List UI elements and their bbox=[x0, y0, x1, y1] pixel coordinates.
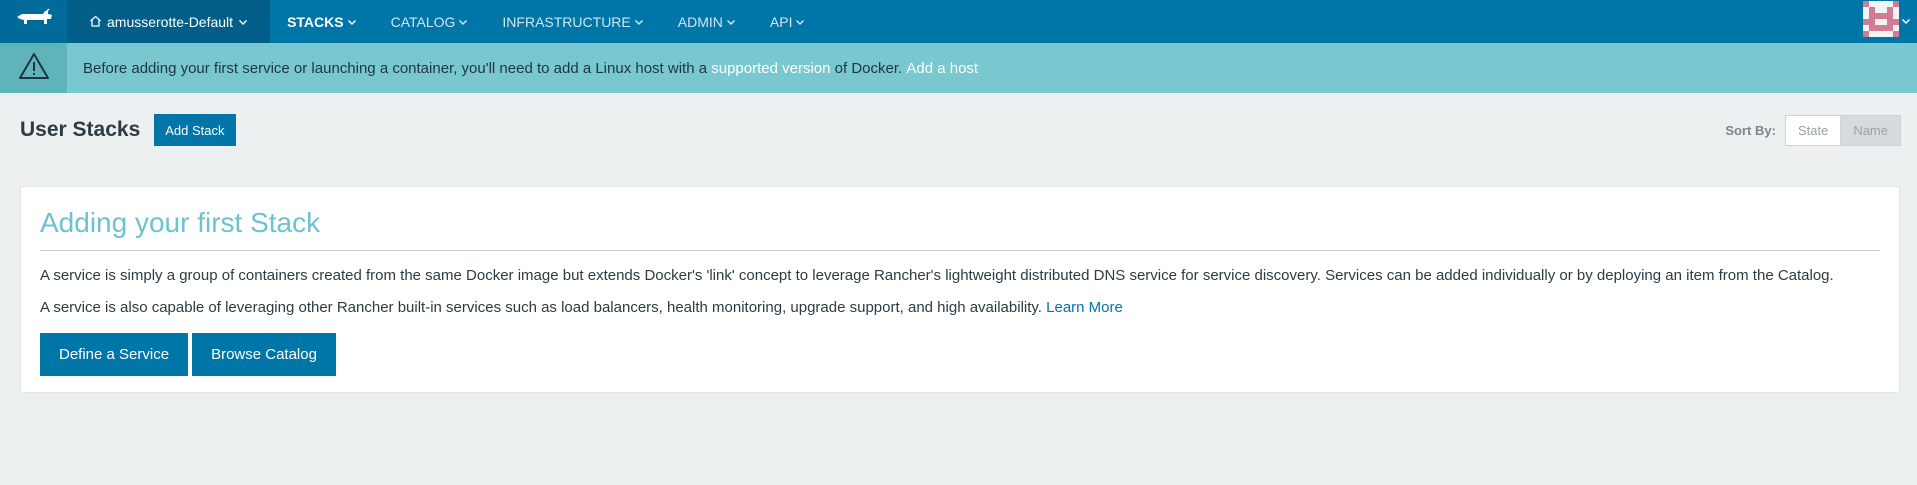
nav-infrastructure[interactable]: INFRASTRUCTURE bbox=[485, 0, 660, 43]
chevron-down-icon bbox=[238, 14, 248, 30]
rancher-cow-icon bbox=[15, 8, 53, 35]
banner-text-middle: of Docker. bbox=[830, 59, 907, 77]
warning-triangle-icon bbox=[18, 52, 50, 85]
sort-state-button[interactable]: State bbox=[1785, 116, 1841, 145]
logo[interactable] bbox=[0, 0, 67, 43]
learn-more-link[interactable]: Learn More bbox=[1046, 299, 1123, 316]
nav-admin[interactable]: ADMIN bbox=[661, 0, 753, 43]
banner-message: Before adding your first service or laun… bbox=[67, 60, 978, 77]
chevron-down-icon bbox=[634, 14, 644, 30]
banner-text-before: Before adding your first service or laun… bbox=[83, 59, 712, 77]
first-stack-card: Adding your first Stack A service is sim… bbox=[20, 186, 1900, 393]
add-host-link[interactable]: Add a host bbox=[906, 60, 978, 77]
card-actions: Define a Service Browse Catalog bbox=[40, 333, 336, 376]
card-description-2: A service is also capable of leveraging … bbox=[40, 299, 1123, 316]
nav-catalog[interactable]: CATALOG bbox=[374, 0, 486, 43]
user-avatar-icon bbox=[1863, 1, 1899, 42]
page-title: User Stacks bbox=[20, 118, 141, 141]
main-nav: STACKS CATALOG INFRASTRUCTURE ADMIN API bbox=[270, 0, 822, 43]
nav-stacks[interactable]: STACKS bbox=[270, 0, 374, 43]
card-description-1: A service is simply a group of container… bbox=[40, 267, 1834, 284]
sort-name-button[interactable]: Name bbox=[1840, 116, 1900, 145]
nav-label: INFRASTRUCTURE bbox=[502, 13, 631, 30]
card-divider bbox=[40, 250, 1880, 251]
environment-label: amusserotte-Default bbox=[107, 13, 234, 30]
home-icon bbox=[89, 14, 102, 30]
sort-by-control: Sort By: State Name bbox=[1725, 115, 1901, 146]
user-menu[interactable] bbox=[1863, 0, 1917, 43]
chevron-down-icon bbox=[726, 14, 736, 30]
nav-label: CATALOG bbox=[390, 13, 456, 30]
nav-label: STACKS bbox=[287, 13, 344, 30]
supported-version-link[interactable]: supported version bbox=[711, 60, 830, 77]
chevron-down-icon bbox=[795, 14, 805, 30]
browse-catalog-button[interactable]: Browse Catalog bbox=[192, 333, 336, 376]
add-stack-button[interactable]: Add Stack bbox=[154, 114, 236, 146]
nav-api[interactable]: API bbox=[753, 0, 823, 43]
nav-label: ADMIN bbox=[677, 13, 723, 30]
card-description-2-text: A service is also capable of leveraging … bbox=[40, 299, 1047, 316]
no-host-warning-banner: Before adding your first service or laun… bbox=[0, 43, 1917, 93]
sort-button-group: State Name bbox=[1784, 115, 1901, 146]
chevron-down-icon bbox=[347, 14, 357, 30]
environment-switcher[interactable]: amusserotte-Default bbox=[67, 0, 271, 43]
page-header: User Stacks Add Stack bbox=[20, 114, 236, 146]
banner-icon-box bbox=[0, 43, 67, 93]
card-title: Adding your first Stack bbox=[40, 207, 321, 238]
chevron-down-icon bbox=[458, 14, 468, 30]
define-service-button[interactable]: Define a Service bbox=[40, 333, 189, 376]
sort-by-label: Sort By: bbox=[1725, 123, 1776, 138]
chevron-down-icon bbox=[1901, 13, 1911, 31]
top-navbar: amusserotte-Default STACKS CATALOG INFRA… bbox=[0, 0, 1917, 43]
nav-label: API bbox=[769, 13, 793, 30]
